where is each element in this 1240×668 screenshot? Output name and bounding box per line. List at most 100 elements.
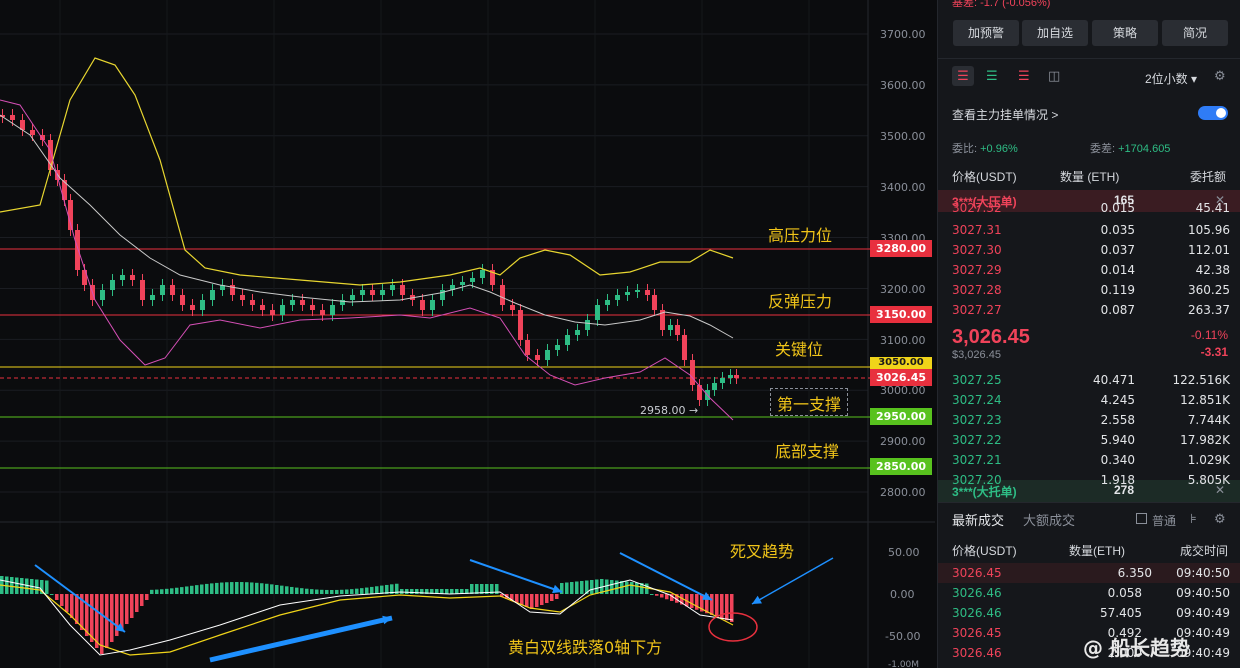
precision-select[interactable]: 2位小数 ▾ bbox=[1145, 70, 1197, 87]
macd-bar bbox=[715, 594, 719, 617]
macd-bar bbox=[130, 594, 134, 618]
macd-bar bbox=[65, 594, 69, 612]
macd-bar bbox=[405, 589, 409, 594]
macd-bar bbox=[175, 587, 179, 594]
ask-row[interactable]: 3027.29 0.014 42.38 bbox=[952, 260, 1230, 280]
bollinger-middle bbox=[0, 114, 734, 339]
macd-bar bbox=[650, 594, 654, 595]
level-tag-2850: 2850.00 bbox=[870, 458, 932, 475]
trend-arrow bbox=[469, 559, 563, 593]
trend-arrow bbox=[209, 615, 393, 663]
candle-body bbox=[460, 282, 465, 285]
bid-row[interactable]: 3027.22 5.940 17.982K bbox=[952, 430, 1230, 450]
macd-bar bbox=[70, 594, 74, 618]
macd-bar bbox=[550, 594, 554, 601]
trade-row[interactable]: 3026.46 57.405 09:40:49 bbox=[952, 603, 1230, 623]
strategy-button[interactable]: 策略 bbox=[1092, 20, 1158, 46]
macd-bar bbox=[520, 594, 524, 605]
candle-body bbox=[420, 300, 425, 310]
candle-body bbox=[585, 320, 590, 330]
macd-bar bbox=[625, 581, 629, 594]
overview-button[interactable]: 简况 bbox=[1162, 20, 1228, 46]
annotation-death-cross: 死叉趋势 bbox=[730, 542, 795, 561]
macd-bar bbox=[565, 582, 569, 594]
settings-icon[interactable]: ⚙ bbox=[1214, 68, 1226, 84]
macd-bar bbox=[570, 582, 574, 594]
bid-row[interactable]: 3027.25 40.471 122.516K bbox=[952, 370, 1230, 390]
normal-checkbox[interactable] bbox=[1136, 513, 1147, 524]
bid-row[interactable]: 3027.24 4.245 12.851K bbox=[952, 390, 1230, 410]
macd-bar bbox=[265, 583, 269, 594]
order-book-panel: 基差: -1.7 (-0.056%) 加预警 加自选 策略 简况 ☰ ☰ ☰ ◫… bbox=[937, 0, 1240, 668]
tab-latest-trades[interactable]: 最新成交 bbox=[952, 510, 1004, 529]
main-orders-toggle[interactable] bbox=[1198, 106, 1228, 120]
main-orders-link[interactable]: 查看主力挂单情况 > bbox=[952, 106, 1058, 123]
macd-bar bbox=[730, 594, 734, 622]
chart-area[interactable]: 3700.00 3600.00 3500.00 3400.00 3300.00 … bbox=[0, 0, 1190, 668]
ask-row[interactable]: 3027.32 0.015 45.41 bbox=[952, 198, 1230, 218]
add-alert-button[interactable]: 加预警 bbox=[953, 20, 1019, 46]
bids-view-icon[interactable]: ☰ bbox=[986, 68, 998, 84]
macd-bar bbox=[180, 587, 184, 594]
change-pct: -0.11% bbox=[1190, 328, 1228, 342]
macd-bar bbox=[410, 589, 414, 594]
macd-bar bbox=[240, 582, 244, 594]
candle-body bbox=[260, 305, 265, 310]
diff-info: 委差: +1704.605 bbox=[1090, 143, 1171, 155]
candle-body bbox=[400, 285, 405, 295]
candle-body bbox=[360, 290, 365, 295]
macd-bar bbox=[575, 581, 579, 594]
bid-row[interactable]: 3027.23 2.558 7.744K bbox=[952, 410, 1230, 430]
price-axis-label: 3100.00 bbox=[880, 334, 926, 347]
low-price-marker: 2958.00 → bbox=[640, 404, 699, 417]
bid-row[interactable]: 3027.21 0.340 1.029K bbox=[952, 450, 1230, 470]
candle-body bbox=[160, 285, 165, 295]
ask-row[interactable]: 3027.30 0.037 112.01 bbox=[952, 240, 1230, 260]
candle-body bbox=[555, 345, 560, 350]
both-view-icon[interactable]: ☰ bbox=[952, 66, 974, 86]
ask-row[interactable]: 3027.31 0.035 105.96 bbox=[952, 220, 1230, 240]
candlestick-chart[interactable] bbox=[0, 0, 935, 668]
macd-bar bbox=[470, 584, 474, 594]
macd-bar bbox=[540, 594, 544, 605]
filter-icon[interactable]: ⊧ bbox=[1190, 511, 1197, 527]
macd-bar bbox=[325, 589, 329, 594]
trade-row[interactable]: 3026.45 6.350 09:40:50 bbox=[938, 563, 1240, 583]
basis-text: 基差: -1.7 (-0.056%) bbox=[952, 0, 1051, 9]
depth-view-icon[interactable]: ◫ bbox=[1048, 68, 1060, 84]
price-axis-label: 3600.00 bbox=[880, 79, 926, 92]
trades-settings-icon[interactable]: ⚙ bbox=[1214, 511, 1226, 527]
ask-row[interactable]: 3027.28 0.119 360.25 bbox=[952, 280, 1230, 300]
candle-body bbox=[350, 295, 355, 300]
macd-bar bbox=[345, 589, 349, 594]
ask-row[interactable]: 3027.27 0.087 263.37 bbox=[952, 300, 1230, 320]
candle-body bbox=[728, 375, 733, 378]
macd-bar bbox=[295, 587, 299, 594]
candle-body bbox=[270, 310, 275, 315]
candle-body bbox=[310, 305, 315, 310]
candle-body bbox=[500, 285, 505, 305]
trade-row[interactable]: 3026.46 0.058 09:40:50 bbox=[952, 583, 1230, 603]
asks-view-icon[interactable]: ☰ bbox=[1018, 68, 1030, 84]
macd-bar bbox=[260, 583, 264, 594]
macd-bar bbox=[530, 594, 534, 609]
macd-bar bbox=[590, 580, 594, 594]
candle-body bbox=[470, 278, 475, 282]
price-axis-label: 3700.00 bbox=[880, 28, 926, 41]
macd-bar bbox=[580, 581, 584, 594]
price-axis-label: 3200.00 bbox=[880, 283, 926, 296]
candle-body bbox=[682, 335, 687, 360]
price-axis-label: 3500.00 bbox=[880, 130, 926, 143]
candle-body bbox=[605, 300, 610, 305]
candle-body bbox=[240, 295, 245, 300]
macd-bar bbox=[660, 594, 664, 598]
macd-bar bbox=[150, 589, 154, 594]
macd-bar bbox=[15, 577, 19, 594]
bid-row[interactable]: 3027.20 1.918 5.805K bbox=[952, 470, 1230, 490]
macd-bar bbox=[45, 580, 49, 594]
macd-bar bbox=[285, 586, 289, 594]
candle-body bbox=[480, 270, 485, 278]
candle-body bbox=[380, 290, 385, 295]
tab-large-trades[interactable]: 大额成交 bbox=[1023, 510, 1075, 529]
add-favorite-button[interactable]: 加自选 bbox=[1022, 20, 1088, 46]
